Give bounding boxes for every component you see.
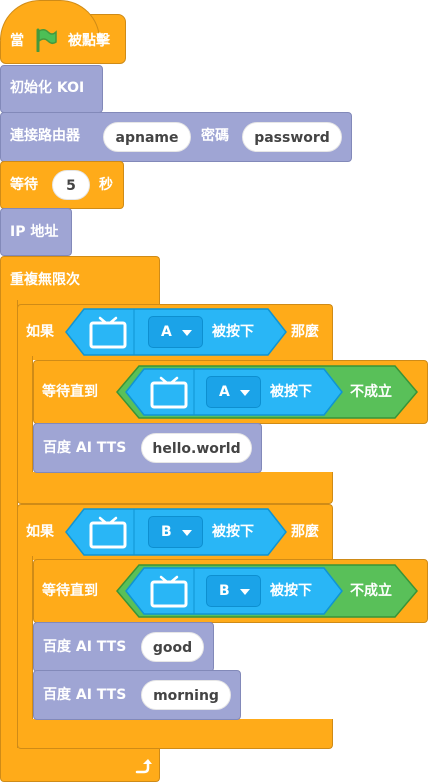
button-b-dropdown[interactable]: B	[148, 516, 203, 548]
button-b-value: B	[161, 524, 172, 540]
hat-prefix: 當	[10, 33, 24, 49]
ip-address-label: IP 地址	[10, 224, 59, 240]
hat-suffix: 被點擊	[68, 33, 110, 49]
forever-loop-arm	[0, 300, 18, 752]
pressed-label-b: 被按下	[212, 524, 254, 540]
button-a-value-2: A	[219, 384, 230, 400]
chevron-down-icon	[182, 330, 192, 336]
forever-loop-label: 重複無限次	[10, 272, 80, 288]
loop-arrow-icon	[132, 756, 152, 776]
tts-label-3: 百度 AI TTS	[43, 687, 127, 703]
tv-screen-icon	[88, 515, 128, 549]
connect-router-label: 連接路由器	[10, 128, 80, 144]
if-block-a-arm	[17, 356, 33, 476]
tts-text-input-3[interactable]: morning	[141, 680, 231, 710]
ssid-input[interactable]: apname	[103, 122, 191, 152]
tts-text-input-2[interactable]: good	[141, 632, 204, 662]
if-block-b-foot	[17, 719, 333, 749]
if-block-b-arm	[17, 556, 33, 724]
tv-screen-icon	[88, 315, 128, 349]
not-label-b: 不成立	[350, 583, 392, 599]
tts-label-2: 百度 AI TTS	[43, 639, 127, 655]
then-label-b: 那麼	[291, 524, 319, 540]
pressed-label-a-2: 被按下	[270, 384, 312, 400]
chevron-down-icon	[240, 589, 250, 595]
tv-screen-icon	[149, 375, 189, 409]
if-block-a-foot	[17, 472, 333, 504]
green-flag-icon[interactable]	[35, 28, 57, 53]
password-label: 密碼	[201, 128, 229, 144]
then-label-a: 那麼	[291, 324, 319, 340]
button-b-value-2: B	[219, 583, 230, 599]
button-b-dropdown-2[interactable]: B	[206, 575, 261, 607]
if-a-label: 如果	[26, 324, 54, 340]
button-a-value: A	[161, 324, 172, 340]
wait-seconds-input[interactable]: 5	[52, 170, 90, 200]
tts-text-input-1[interactable]: hello.world	[141, 433, 252, 463]
init-koi-label: 初始化 KOI	[10, 80, 85, 96]
button-a-dropdown[interactable]: A	[148, 316, 203, 348]
pressed-label-b-2: 被按下	[270, 583, 312, 599]
seconds-unit-label: 秒	[99, 177, 113, 193]
chevron-down-icon	[240, 390, 250, 396]
wait-until-label-b: 等待直到	[42, 583, 98, 599]
pressed-label-a: 被按下	[212, 324, 254, 340]
button-a-dropdown-2[interactable]: A	[206, 376, 261, 408]
wait-label: 等待	[10, 177, 38, 193]
wait-until-label-a: 等待直到	[42, 384, 98, 400]
password-input[interactable]: password	[242, 122, 342, 152]
tts-label-1: 百度 AI TTS	[43, 440, 127, 456]
tv-screen-icon	[149, 574, 189, 608]
not-label-a: 不成立	[350, 384, 392, 400]
chevron-down-icon	[182, 530, 192, 536]
if-b-label: 如果	[26, 524, 54, 540]
